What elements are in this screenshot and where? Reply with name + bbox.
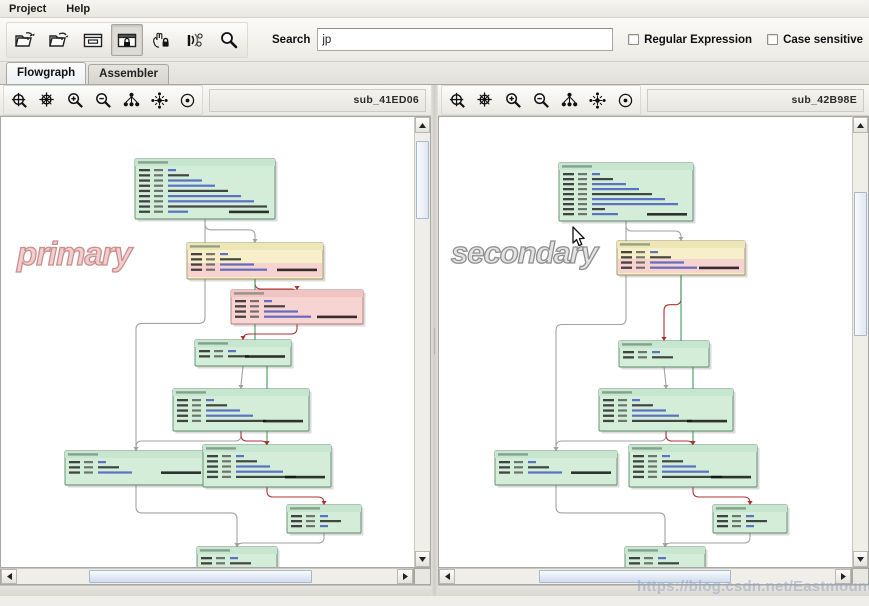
secondary-hscroll-thumb[interactable] (538, 570, 731, 583)
flowgraph-node[interactable] (286, 504, 364, 536)
primary-function-name: sub_41ED06 (209, 88, 426, 112)
tab-strip: Flowgraph Assembler (0, 62, 869, 85)
zoom-selection-icon[interactable] (471, 87, 499, 113)
zoom-out-icon[interactable] (527, 87, 555, 113)
secondary-status-bar (438, 585, 869, 596)
zoom-fit-icon[interactable] (443, 87, 471, 113)
secondary-vertical-scrollbar[interactable] (852, 116, 869, 568)
flowgraph-node[interactable] (64, 450, 210, 488)
primary-hscroll-thumb[interactable] (89, 570, 312, 583)
broadcast-lock-icon[interactable] (179, 24, 211, 56)
primary-vertical-scrollbar[interactable] (414, 116, 431, 568)
primary-scroll-corner (414, 568, 431, 585)
magnifier-icon[interactable] (213, 24, 245, 56)
zoom-out-icon[interactable] (89, 87, 117, 113)
secondary-graph-button-group (441, 85, 641, 115)
split-pane-container: sub_41ED06 primary sub_42B98E secondary (0, 85, 869, 596)
secondary-flowgraph-canvas[interactable]: secondary (438, 116, 852, 568)
primary-canvas-wrap: primary (0, 116, 431, 568)
secondary-function-name: sub_42B98E (647, 88, 864, 112)
primary-vscroll-track[interactable] (415, 133, 430, 551)
checkbox-box-regex[interactable] (628, 34, 640, 45)
secondary-vscroll-thumb[interactable] (854, 191, 867, 336)
circular-layout-icon[interactable] (145, 87, 173, 113)
flowgraph-node[interactable] (598, 388, 736, 434)
primary-flowgraph-canvas[interactable]: primary (0, 116, 414, 568)
flowgraph-node[interactable] (196, 546, 280, 568)
secondary-graph-svg (494, 162, 790, 568)
secondary-hscroll-row (438, 568, 869, 585)
primary-graph-svg (64, 158, 366, 568)
pane-divider[interactable] (431, 85, 438, 596)
zoom-in-icon[interactable] (499, 87, 527, 113)
tab-assembler[interactable]: Assembler (88, 64, 169, 84)
case-sensitive-checkbox[interactable]: Case sensitive (767, 34, 863, 46)
flowgraph-node[interactable] (186, 242, 326, 282)
open-folder-alt-icon[interactable] (43, 24, 75, 56)
flowgraph-node[interactable] (628, 444, 760, 490)
flowgraph-node[interactable] (712, 504, 790, 536)
flowgraph-node[interactable] (494, 450, 620, 488)
primary-hscroll-track[interactable] (17, 569, 397, 584)
flowgraph-node[interactable] (194, 339, 294, 369)
primary-vscroll-thumb[interactable] (416, 141, 429, 219)
hierarchical-layout-icon[interactable] (555, 87, 583, 113)
main-toolbar: Search Regular Expression Case sensitive (0, 18, 869, 62)
flowgraph-node[interactable] (616, 240, 748, 278)
regular-expression-checkbox[interactable]: Regular Expression (628, 34, 752, 46)
orthogonal-layout-icon[interactable] (611, 87, 639, 113)
zoom-fit-icon[interactable] (5, 87, 33, 113)
zoom-in-icon[interactable] (61, 87, 89, 113)
toolbar-button-group (6, 21, 248, 58)
regular-expression-label: Regular Expression (644, 33, 753, 46)
window-lock-icon[interactable] (111, 23, 143, 56)
scroll-down-icon[interactable] (415, 551, 430, 567)
checkbox-box-case[interactable] (767, 34, 779, 45)
search-input[interactable] (317, 28, 614, 51)
flowgraph-node[interactable] (558, 162, 696, 224)
zoom-selection-icon[interactable] (33, 87, 61, 113)
flowgraph-node[interactable] (134, 158, 278, 222)
secondary-horizontal-scrollbar[interactable] (438, 568, 852, 585)
open-folder-icon[interactable] (9, 24, 41, 56)
case-sensitive-label: Case sensitive (783, 33, 863, 46)
hierarchical-layout-icon[interactable] (117, 87, 145, 113)
menu-project[interactable]: Project (6, 2, 49, 16)
flowgraph-node[interactable] (202, 444, 334, 490)
hand-lock-icon[interactable] (145, 24, 177, 56)
scroll-right-icon[interactable] (835, 569, 851, 584)
primary-horizontal-scrollbar[interactable] (0, 568, 414, 585)
flowgraph-node[interactable] (624, 546, 708, 568)
scroll-right-icon[interactable] (397, 569, 413, 584)
primary-hscroll-row (0, 568, 431, 585)
scroll-down-icon[interactable] (853, 551, 868, 567)
tab-flowgraph[interactable]: Flowgraph (6, 62, 87, 84)
secondary-hscroll-track[interactable] (455, 569, 835, 584)
secondary-vscroll-track[interactable] (853, 133, 868, 551)
circular-layout-icon[interactable] (583, 87, 611, 113)
flowgraph-node[interactable] (230, 289, 366, 327)
flowgraph-node[interactable] (172, 388, 312, 434)
scroll-up-icon[interactable] (853, 117, 868, 133)
orthogonal-layout-icon[interactable] (173, 87, 201, 113)
primary-graph-toolbar: sub_41ED06 (0, 85, 431, 116)
scroll-left-icon[interactable] (1, 569, 17, 584)
secondary-canvas-wrap: secondary (438, 116, 869, 568)
secondary-graph-toolbar: sub_42B98E (438, 85, 869, 116)
flowgraph-node[interactable] (618, 340, 712, 370)
window-icon[interactable] (77, 24, 109, 56)
menu-help[interactable]: Help (63, 2, 93, 16)
scroll-left-icon[interactable] (439, 569, 455, 584)
primary-status-bar (0, 585, 431, 596)
primary-graph-button-group (3, 85, 203, 115)
primary-pane: sub_41ED06 primary (0, 85, 431, 596)
scroll-up-icon[interactable] (415, 117, 430, 133)
menu-bar: Project Help (0, 0, 869, 18)
secondary-scroll-corner (852, 568, 869, 585)
search-label: Search (272, 33, 311, 46)
secondary-pane: sub_42B98E secondary (438, 85, 869, 596)
